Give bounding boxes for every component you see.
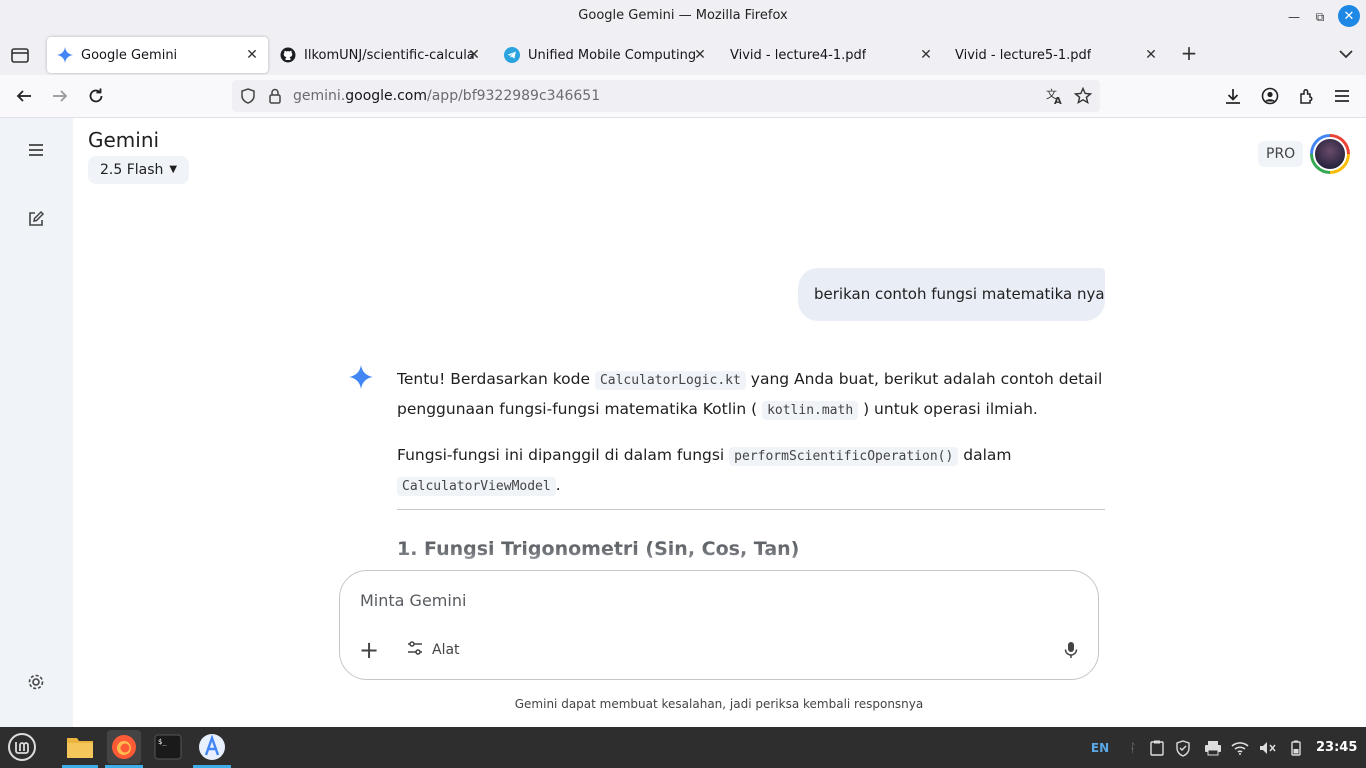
inline-code: performScientificOperation() bbox=[729, 447, 959, 466]
url-host: google.com bbox=[345, 88, 428, 104]
bookmark-star-icon[interactable] bbox=[1073, 86, 1093, 106]
taskbar-clock[interactable]: 23:45 bbox=[1316, 740, 1357, 755]
url-bar[interactable]: gemini.google.com/app/bf9322989c346651 文… bbox=[232, 80, 1100, 112]
main-menu-icon[interactable] bbox=[25, 139, 47, 161]
printer-icon[interactable] bbox=[1203, 739, 1223, 757]
close-tab-icon[interactable]: ✕ bbox=[918, 47, 934, 63]
bluetooth-icon[interactable]: ᛛ bbox=[1124, 739, 1142, 757]
response-text: Tentu! Berdasarkan kode bbox=[397, 370, 595, 388]
new-chat-icon[interactable] bbox=[25, 208, 47, 230]
section-heading: 1. Fungsi Trigonometri (Sin, Cos, Tan) bbox=[397, 538, 800, 560]
extensions-icon[interactable] bbox=[1296, 85, 1318, 107]
wifi-icon[interactable] bbox=[1230, 739, 1250, 757]
forward-icon[interactable] bbox=[49, 85, 71, 107]
maximize-icon[interactable]: ⧉ bbox=[1310, 7, 1330, 27]
tab-github[interactable]: IlkomUNJ/scientific-calculat ✕ bbox=[270, 37, 490, 73]
model-label: 2.5 Flash bbox=[100, 162, 164, 178]
user-message: berikan contoh fungsi matematika nya bbox=[798, 268, 1105, 321]
prompt-input-box[interactable]: Minta Gemini + Alat bbox=[339, 570, 1099, 680]
tools-sliders-icon bbox=[406, 639, 424, 661]
account-icon[interactable] bbox=[1259, 85, 1281, 107]
tab-label: Vivid - lecture5-1.pdf bbox=[955, 47, 1092, 63]
chevron-down-icon[interactable] bbox=[1336, 44, 1356, 64]
svg-text:$_: $_ bbox=[158, 738, 167, 746]
tab-list-icon[interactable] bbox=[9, 44, 31, 66]
divider bbox=[397, 509, 1105, 510]
url-text[interactable]: gemini.google.com/app/bf9322989c346651 bbox=[293, 88, 600, 104]
url-prefix: gemini. bbox=[293, 88, 346, 104]
battery-icon[interactable] bbox=[1288, 739, 1304, 757]
response-paragraph: Tentu! Berdasarkan kode CalculatorLogic.… bbox=[397, 365, 1105, 425]
response-text: dalam bbox=[958, 446, 1012, 464]
gemini-sparkle-icon bbox=[348, 364, 374, 390]
caret-down-icon: ▼ bbox=[169, 164, 178, 175]
clipboard-icon[interactable] bbox=[1148, 739, 1166, 757]
response-text: ) untuk operasi ilmiah. bbox=[858, 400, 1038, 418]
inline-code: CalculatorViewModel bbox=[397, 477, 556, 496]
download-icon[interactable] bbox=[1222, 85, 1244, 107]
telegram-icon bbox=[504, 47, 520, 63]
gemini-sidebar bbox=[0, 118, 73, 727]
disclaimer-text: Gemini dapat membuat kesalahan, jadi per… bbox=[514, 697, 924, 711]
android-studio-icon[interactable] bbox=[196, 731, 228, 763]
tab-google-gemini[interactable]: Google Gemini ✕ bbox=[47, 37, 268, 73]
update-shield-icon[interactable] bbox=[1174, 739, 1192, 757]
microphone-icon[interactable] bbox=[1060, 639, 1082, 661]
tab-lecture4[interactable]: Vivid - lecture4-1.pdf ✕ bbox=[720, 37, 942, 73]
close-tab-icon[interactable]: ✕ bbox=[244, 47, 260, 63]
response-paragraph: Fungsi-fungsi ini dipanggil di dalam fun… bbox=[397, 441, 1105, 501]
navigation-bar: gemini.google.com/app/bf9322989c346651 文… bbox=[0, 75, 1366, 118]
file-manager-icon[interactable] bbox=[64, 731, 96, 763]
linux-mint-menu-icon[interactable] bbox=[6, 731, 38, 763]
keyboard-language[interactable]: EN bbox=[1089, 739, 1111, 757]
prompt-placeholder[interactable]: Minta Gemini bbox=[360, 591, 466, 610]
translate-icon[interactable]: 文A bbox=[1045, 86, 1065, 107]
close-tab-icon[interactable]: ✕ bbox=[466, 47, 482, 63]
tab-telegram[interactable]: Unified Mobile Computing C ✕ bbox=[494, 37, 716, 73]
inline-code: CalculatorLogic.kt bbox=[594, 371, 746, 390]
svg-text:A: A bbox=[1054, 96, 1062, 106]
close-tab-icon[interactable]: ✕ bbox=[1143, 47, 1159, 63]
add-attachment-icon[interactable]: + bbox=[358, 638, 380, 662]
tab-label: Unified Mobile Computing C bbox=[528, 47, 696, 63]
model-response: Tentu! Berdasarkan kode CalculatorLogic.… bbox=[397, 365, 1105, 517]
response-text: Fungsi-fungsi ini dipanggil di dalam fun… bbox=[397, 446, 730, 464]
settings-gear-icon[interactable] bbox=[25, 671, 47, 693]
terminal-icon[interactable]: $_ bbox=[152, 731, 184, 763]
reload-icon[interactable] bbox=[85, 85, 107, 107]
app-title: Gemini bbox=[88, 128, 160, 152]
tab-label: Vivid - lecture4-1.pdf bbox=[730, 47, 867, 63]
model-selector[interactable]: 2.5 Flash ▼ bbox=[88, 156, 190, 184]
close-tab-icon[interactable]: ✕ bbox=[692, 47, 708, 63]
inline-code: kotlin.math bbox=[762, 401, 859, 420]
minimize-icon[interactable]: — bbox=[1284, 7, 1304, 27]
shield-icon[interactable] bbox=[238, 86, 258, 106]
volume-muted-icon[interactable] bbox=[1258, 739, 1278, 757]
os-taskbar: $_ EN ᛛ 23:45 bbox=[0, 727, 1366, 768]
close-window-icon[interactable]: ✕ bbox=[1338, 5, 1360, 27]
tab-label: IlkomUNJ/scientific-calculat bbox=[304, 47, 476, 63]
back-icon[interactable] bbox=[13, 85, 35, 107]
avatar[interactable] bbox=[1310, 134, 1350, 174]
github-icon bbox=[280, 47, 296, 63]
tab-lecture5[interactable]: Vivid - lecture5-1.pdf ✕ bbox=[945, 37, 1167, 73]
window-titlebar: Google Gemini — Mozilla Firefox — ⧉ ✕ bbox=[0, 0, 1366, 33]
tools-label: Alat bbox=[432, 642, 460, 658]
new-tab-icon[interactable]: + bbox=[1178, 43, 1200, 65]
lock-icon[interactable] bbox=[265, 86, 285, 106]
response-text: . bbox=[555, 476, 561, 494]
tab-strip: Google Gemini ✕ IlkomUNJ/scientific-calc… bbox=[0, 33, 1366, 75]
tab-label: Google Gemini bbox=[81, 47, 178, 63]
pro-badge[interactable]: PRO bbox=[1258, 141, 1304, 167]
firefox-icon[interactable] bbox=[107, 730, 141, 764]
gemini-icon bbox=[57, 47, 73, 63]
window-title: Google Gemini — Mozilla Firefox bbox=[578, 8, 788, 23]
hamburger-menu-icon[interactable] bbox=[1331, 85, 1353, 107]
tools-button[interactable]: Alat bbox=[406, 638, 460, 662]
url-path: /app/bf9322989c346651 bbox=[427, 88, 601, 104]
